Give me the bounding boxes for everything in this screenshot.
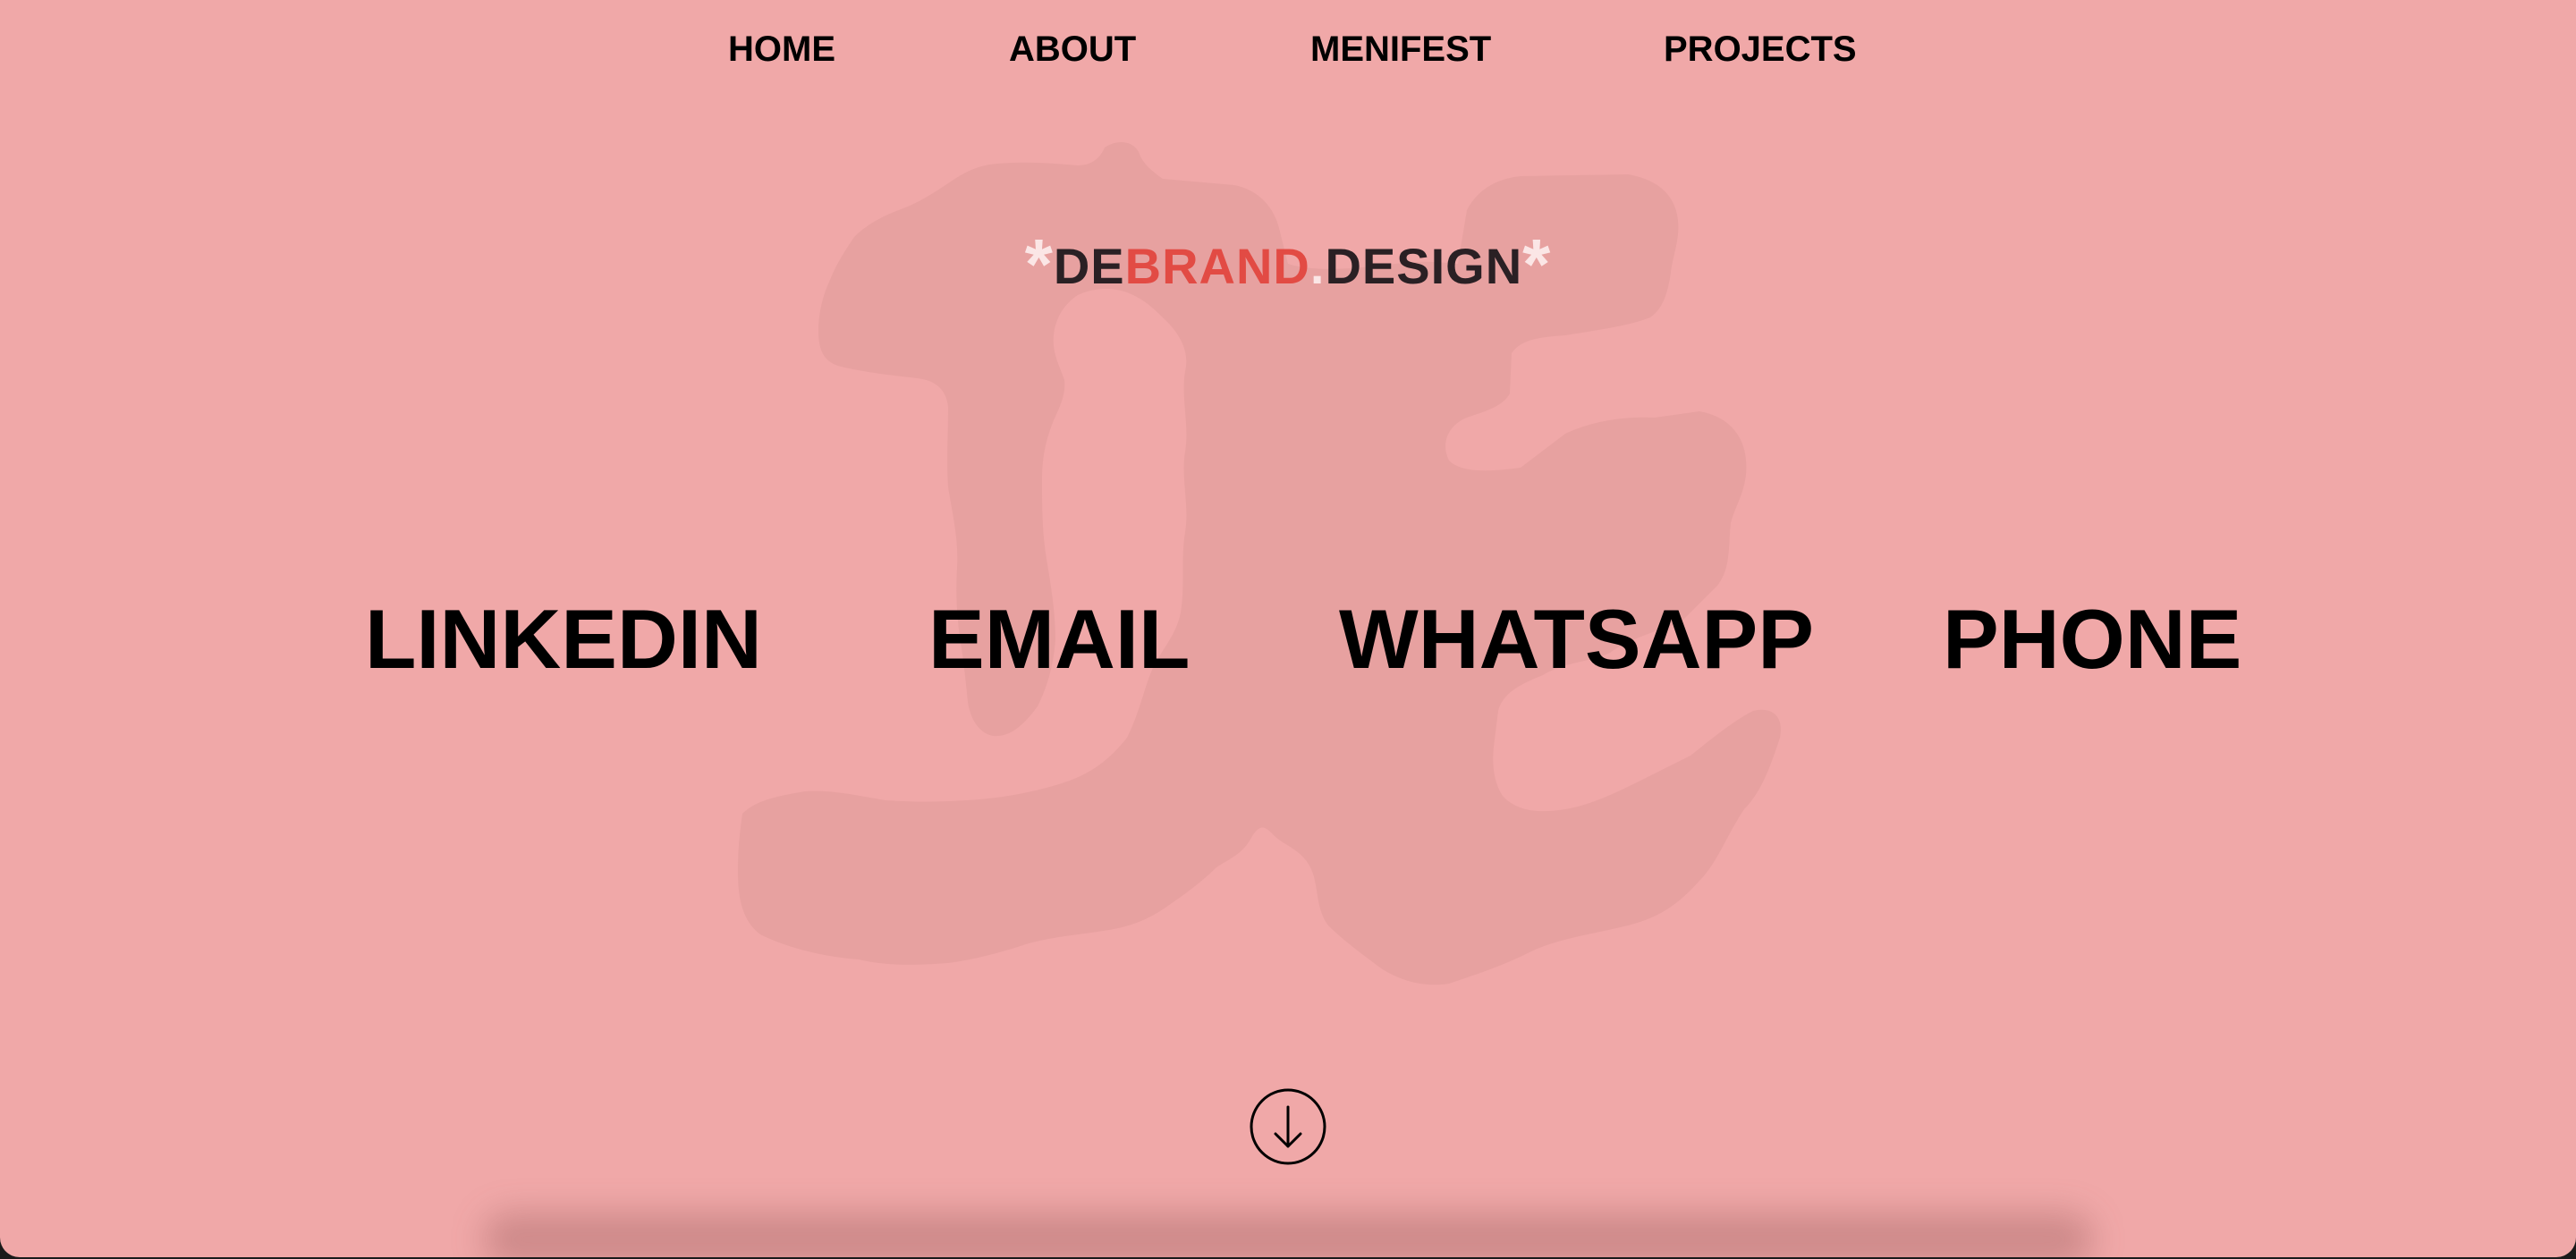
contact-linkedin-link[interactable]: LINKEDIN [365,590,762,689]
contact-whatsapp-link[interactable]: WHATSAPP [1339,590,1814,689]
brand-design-text: DESIGN [1325,238,1523,294]
section-bottom-shadow [483,1213,2093,1257]
scroll-down-button[interactable] [1249,1087,1327,1166]
top-navigation: HOME ABOUT MENIFEST PROJECTS [0,27,2576,72]
page: HOME ABOUT MENIFEST PROJECTS *DEBRAND.DE… [0,0,2576,1257]
brand-logo: *DEBRAND.DESIGN* [0,229,2576,300]
arrow-down-circle-icon [1250,1088,1326,1165]
nav-menifest-link[interactable]: MENIFEST [1310,27,1491,72]
contact-email-link[interactable]: EMAIL [928,590,1190,689]
brand-star-left: * [1024,224,1054,304]
contact-phone-link[interactable]: PHONE [1943,590,2241,689]
nav-home-link[interactable]: HOME [728,27,835,72]
brand-star-right: * [1522,224,1552,304]
nav-about-link[interactable]: ABOUT [1009,27,1136,72]
brand-de-text: DE [1053,238,1125,294]
nav-projects-link[interactable]: PROJECTS [1664,27,1857,72]
brand-dot: . [1309,238,1326,294]
brand-accent-text: BRAND [1124,238,1310,294]
